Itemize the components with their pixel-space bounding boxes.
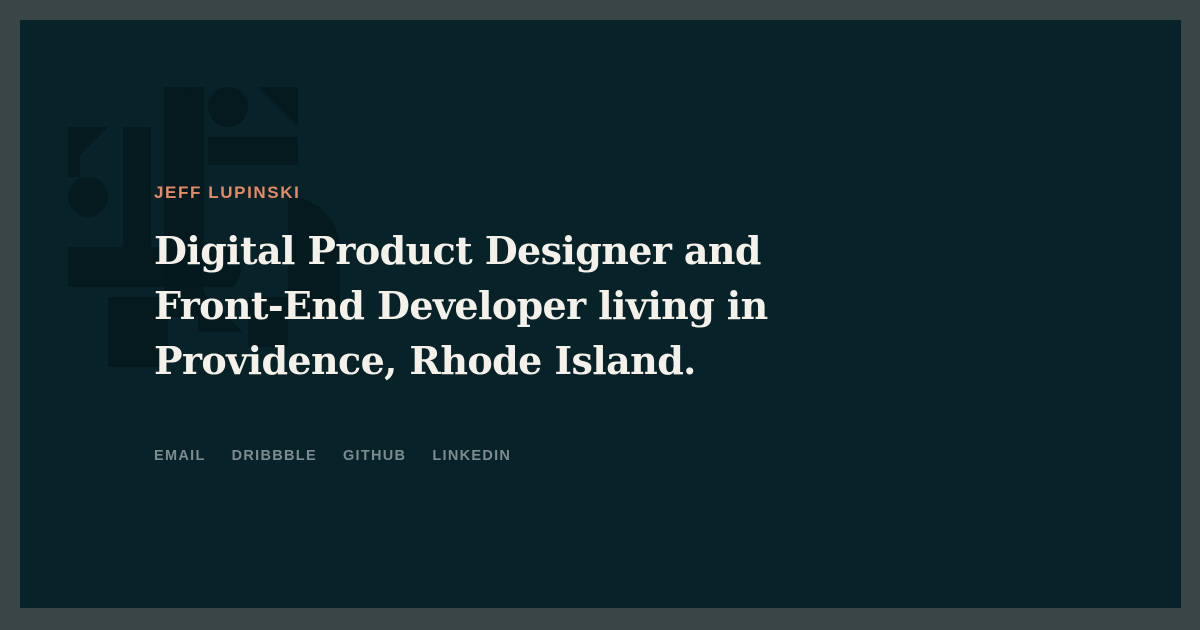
hero-content: JEFF LUPINSKI Digital Product Designer a… <box>154 180 854 388</box>
social-links: EMAIL DRIBBBLE GITHUB LINKEDIN <box>154 446 537 466</box>
linkedin-link[interactable]: LINKEDIN <box>432 446 511 466</box>
hero-headline: Digital Product Designer and Front-End D… <box>154 228 768 383</box>
card-panel: JEFF LUPINSKI Digital Product Designer a… <box>20 20 1181 608</box>
email-link[interactable]: EMAIL <box>154 446 206 466</box>
author-name: JEFF LUPINSKI <box>154 183 301 202</box>
dribbble-link[interactable]: DRIBBBLE <box>232 446 317 466</box>
github-link[interactable]: GITHUB <box>343 446 406 466</box>
